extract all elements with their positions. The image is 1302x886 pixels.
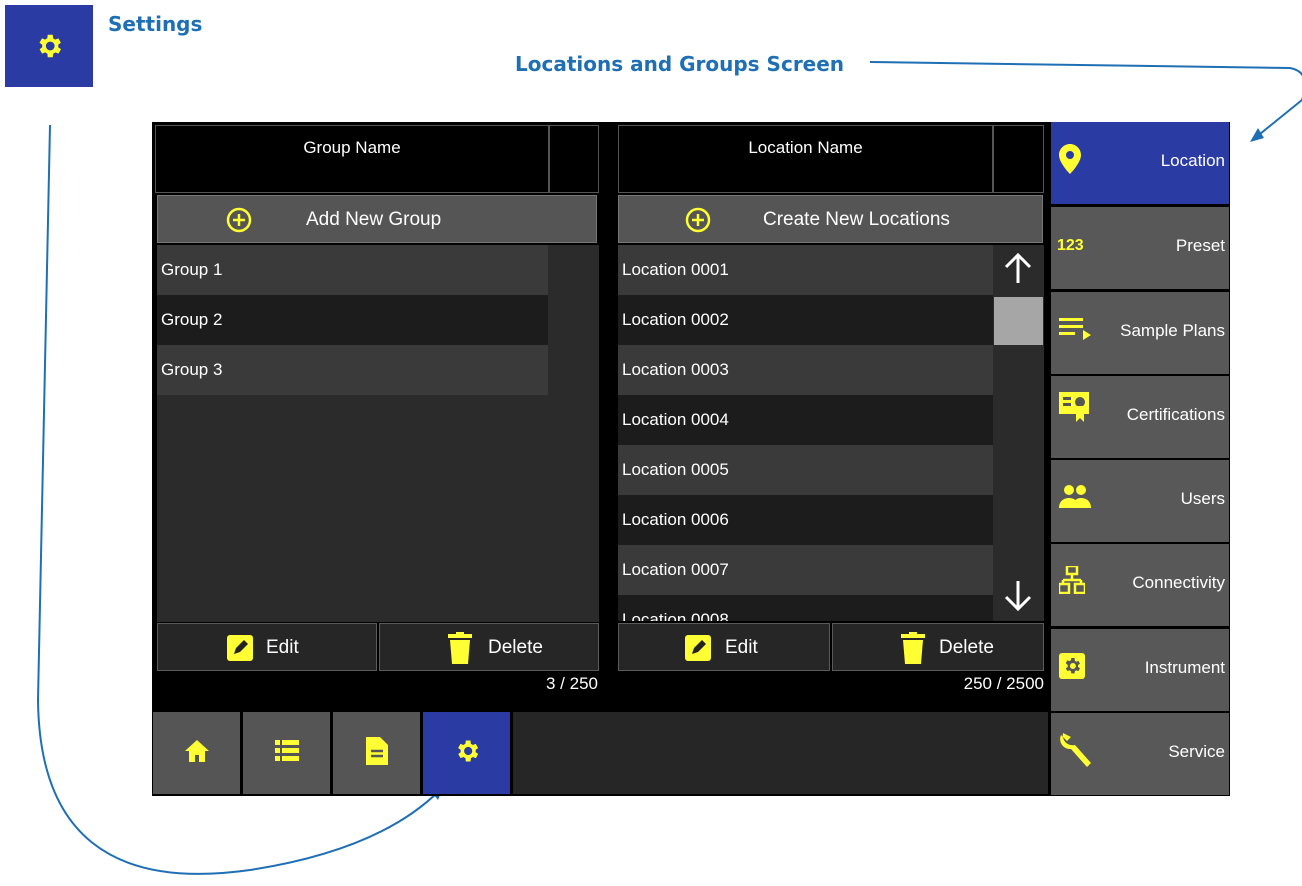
sidebar-item-preset[interactable]: 123 Preset: [1051, 207, 1229, 289]
users-icon: [1059, 484, 1091, 513]
sidebar-item-certifications[interactable]: Certifications: [1051, 376, 1229, 458]
group-row[interactable]: Group 1: [157, 245, 548, 295]
location-row[interactable]: Location 0005: [618, 445, 993, 495]
settings-gear-icon: [453, 737, 481, 770]
location-row[interactable]: Location 0006: [618, 495, 993, 545]
sidebar-item-sample-plans[interactable]: Sample Plans: [1051, 292, 1229, 374]
group-edit-button[interactable]: Edit: [157, 623, 377, 671]
location-pin-icon: [1059, 144, 1081, 179]
sidebar-item-connectivity[interactable]: Connectivity: [1051, 544, 1229, 626]
group-header-spacer: [549, 125, 599, 193]
add-new-group-button[interactable]: Add New Group: [157, 195, 597, 243]
trash-icon: [901, 632, 925, 670]
numbers-123-icon: 123: [1057, 237, 1084, 254]
edit-icon: [684, 634, 712, 668]
location-row[interactable]: Location 0008: [618, 595, 993, 621]
nav-settings-button[interactable]: [423, 712, 510, 794]
sidebar-item-instrument[interactable]: Instrument: [1051, 629, 1229, 711]
group-edit-label: Edit: [266, 637, 299, 658]
plus-circle-icon: [685, 207, 711, 239]
screen-title: Locations and Groups Screen: [515, 52, 845, 76]
location-edit-button[interactable]: Edit: [618, 623, 830, 671]
location-count: 250 / 2500: [963, 674, 1044, 693]
create-new-locations-button[interactable]: Create New Locations: [618, 195, 1043, 243]
wrench-icon: [1059, 729, 1095, 774]
scroll-down-arrow-icon[interactable]: [1003, 579, 1033, 616]
nav-document-button[interactable]: [333, 712, 420, 794]
sidebar-item-label: Service: [1168, 742, 1225, 761]
bottom-nav-filler: [513, 712, 1048, 794]
scroll-up-arrow-icon[interactable]: [1003, 252, 1033, 290]
location-row[interactable]: Location 0001: [618, 245, 993, 295]
add-new-group-label: Add New Group: [306, 209, 442, 230]
location-name-header: Location Name: [618, 125, 993, 193]
sidebar-item-label: Instrument: [1144, 658, 1225, 677]
sidebar-item-label: Certifications: [1126, 405, 1225, 424]
sidebar-item-label: Connectivity: [1132, 573, 1225, 592]
sidebar-item-users[interactable]: Users: [1051, 460, 1229, 542]
location-row[interactable]: Location 0002: [618, 295, 993, 345]
location-row[interactable]: Location 0004: [618, 395, 993, 445]
nav-list-button[interactable]: [243, 712, 330, 794]
location-delete-button[interactable]: Delete: [832, 623, 1044, 671]
location-row[interactable]: Location 0007: [618, 545, 993, 595]
network-icon: [1057, 564, 1087, 599]
sidebar-item-label: Preset: [1175, 236, 1225, 255]
sidebar-item-location[interactable]: Location: [1051, 122, 1229, 204]
group-row[interactable]: Group 3: [157, 345, 548, 395]
plus-circle-icon: [226, 207, 252, 239]
sidebar-item-service[interactable]: Service: [1051, 713, 1229, 795]
home-icon: [184, 739, 210, 768]
location-delete-label: Delete: [939, 637, 994, 658]
instrument-gear-icon: [1059, 653, 1085, 684]
create-new-locations-label: Create New Locations: [763, 209, 950, 230]
group-list: Group 1 Group 2 Group 3: [157, 245, 599, 622]
settings-doc-icon: [5, 5, 93, 87]
group-name-header: Group Name: [155, 125, 549, 193]
location-scrollbar[interactable]: [993, 245, 1044, 621]
document-icon: [365, 736, 388, 770]
location-edit-label: Edit: [725, 637, 758, 658]
location-list: Location 0001 Location 0002 Location 000…: [618, 245, 993, 621]
sidebar-item-label: Location: [1160, 151, 1225, 170]
sidebar-item-label: Sample Plans: [1120, 321, 1225, 340]
scroll-thumb[interactable]: [994, 297, 1043, 345]
group-delete-label: Delete: [488, 637, 543, 658]
trash-icon: [448, 632, 472, 670]
group-row[interactable]: Group 2: [157, 295, 548, 345]
edit-icon: [226, 634, 254, 668]
location-row[interactable]: Location 0003: [618, 345, 993, 395]
group-delete-button[interactable]: Delete: [379, 623, 599, 671]
nav-home-button[interactable]: [153, 712, 240, 794]
certificate-icon: [1059, 392, 1089, 427]
playlist-icon: [1059, 316, 1091, 347]
sidebar-item-label: Users: [1180, 489, 1225, 508]
group-count: 3 / 250: [546, 674, 598, 693]
settings-title: Settings: [108, 12, 203, 36]
list-icon: [274, 739, 299, 767]
location-header-spacer: [993, 125, 1044, 193]
